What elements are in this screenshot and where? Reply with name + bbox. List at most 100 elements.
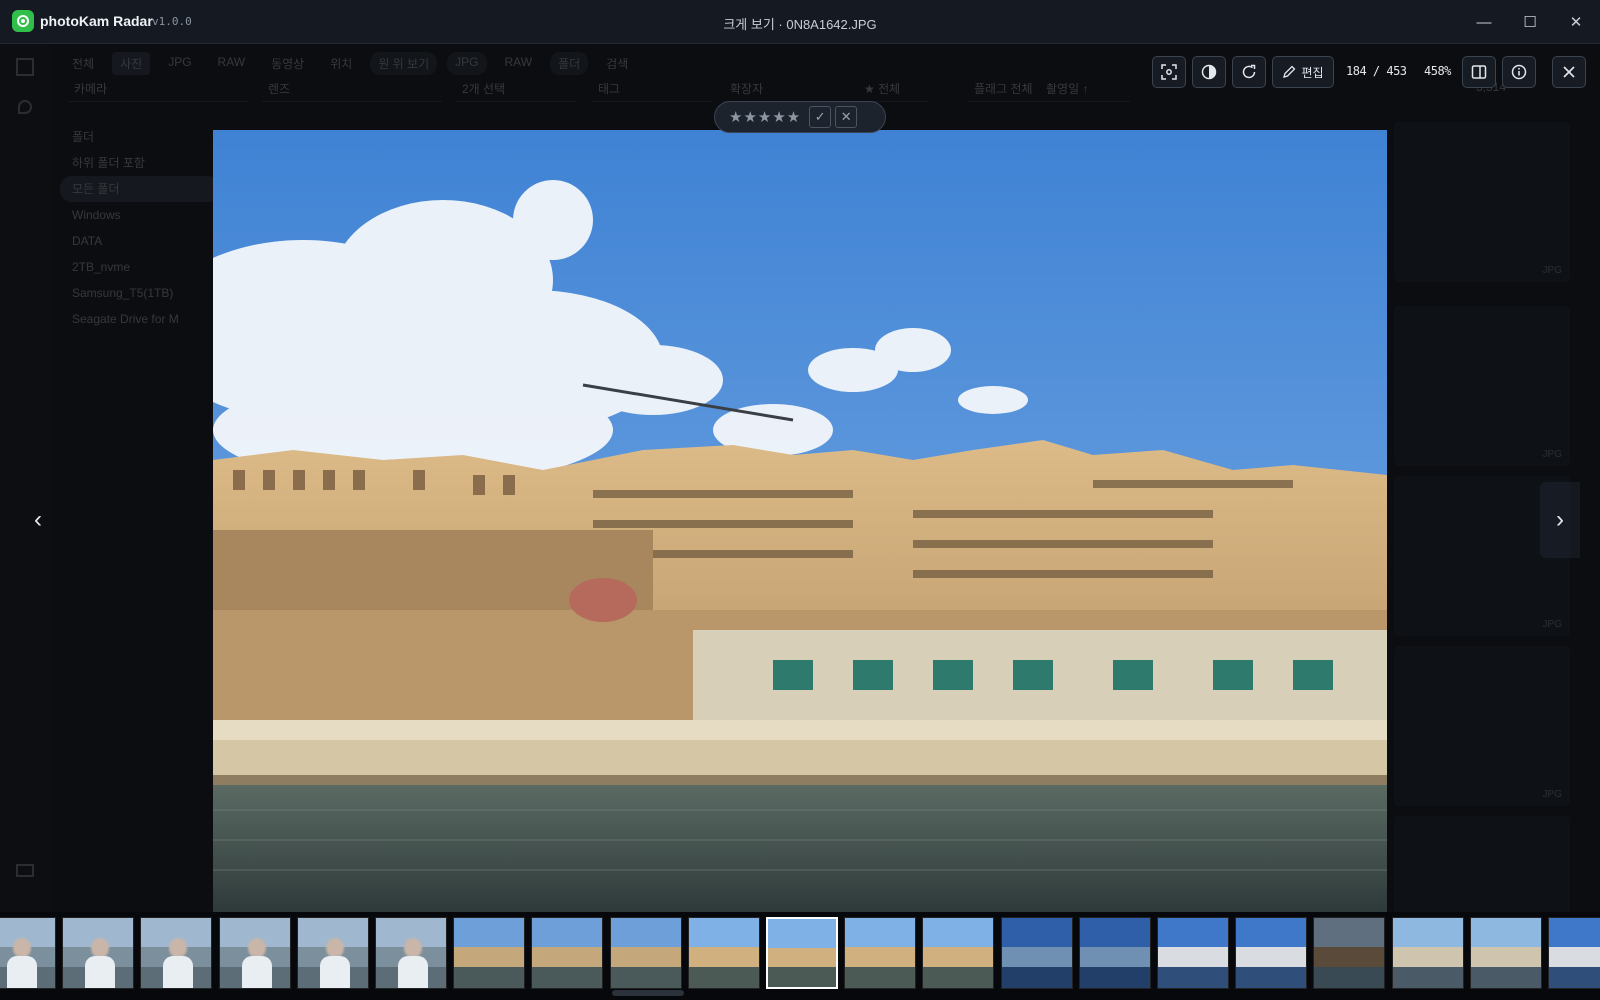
bg-tree-header: 폴더 [72, 130, 95, 144]
filmstrip-scrollbar[interactable] [612, 990, 684, 996]
filmstrip-thumbnail[interactable] [375, 917, 447, 989]
bg-filter: 렌즈 [262, 80, 442, 102]
bg-tab: 동영상 [271, 57, 305, 71]
window-title: 크게 보기 · 0N8A1642.JPG [723, 17, 877, 32]
background-tabs: 전체 사진 JPG RAW 동영상 위치 원 위 보기 JPG RAW 폴더 검… [64, 52, 636, 75]
filmstrip-thumbnail[interactable] [922, 917, 994, 989]
bg-thumb-tag: JPG [1542, 449, 1562, 460]
previous-image-button[interactable]: ‹ [18, 482, 58, 558]
filmstrip-thumbnail[interactable] [610, 917, 682, 989]
focus-frame-icon [1161, 64, 1177, 80]
thumbnail-land [689, 947, 759, 967]
thumbnail-person-head [169, 938, 187, 958]
filmstrip-thumbnail[interactable] [1313, 917, 1385, 989]
thumbnail-water [1158, 967, 1228, 988]
thumbnail-person [85, 938, 115, 988]
filmstrip-thumbnail[interactable] [1392, 917, 1464, 989]
filmstrip-thumbnail[interactable] [1548, 917, 1600, 989]
bg-tab: 위치 [330, 57, 353, 71]
contrast-button[interactable] [1192, 56, 1226, 88]
filmstrip-thumbnail[interactable] [531, 917, 603, 989]
sidebar-panel-icon [1471, 65, 1487, 79]
maximize-button[interactable]: ☐ [1518, 10, 1542, 34]
thumbnail-water [1080, 967, 1150, 988]
thumbnail-water [1549, 967, 1600, 988]
minimize-button[interactable]: — [1472, 10, 1496, 34]
fit-screen-button[interactable] [1152, 56, 1186, 88]
thumbnail-land [454, 947, 524, 967]
thumbnail-land [923, 947, 993, 967]
thumbnail-sky [845, 918, 915, 948]
accept-button[interactable]: ✓ [809, 106, 832, 128]
close-viewer-button[interactable] [1552, 56, 1586, 88]
bg-tree-item: Windows [72, 208, 121, 222]
thumbnail-sky [689, 918, 759, 948]
star-rating[interactable]: ★★★★★ [729, 108, 801, 126]
filmstrip-thumbnail[interactable] [688, 917, 760, 989]
thumbnail-person-body [7, 956, 37, 988]
next-image-button[interactable]: › [1540, 482, 1580, 558]
thumbnail-sky [1471, 918, 1541, 948]
thumbnail-land [1549, 947, 1600, 967]
thumbnail-person [398, 938, 428, 988]
reject-button[interactable]: ✕ [835, 106, 858, 128]
bg-thumb-tag: JPG [1542, 789, 1562, 800]
thumbnail-water [1393, 967, 1463, 988]
bg-tree-item: 모든 폴더 [60, 176, 220, 202]
thumbnail-land [1236, 947, 1306, 967]
bg-thumbnail: JPG [1394, 122, 1570, 282]
filmstrip-thumbnail[interactable] [0, 917, 56, 989]
thumbnail-water [532, 967, 602, 988]
thumbnail-sky [1393, 918, 1463, 948]
filmstrip-thumbnail[interactable] [140, 917, 212, 989]
thumbnail-land [1158, 947, 1228, 967]
thumbnail-water [454, 967, 524, 988]
thumbnail-sky [532, 918, 602, 948]
thumbnail-sky [768, 919, 836, 948]
thumbnail-person-head [404, 938, 422, 958]
chevron-right-icon: › [1556, 506, 1564, 533]
edit-button[interactable]: 편집 [1272, 56, 1334, 88]
thumbnail-person-body [242, 956, 272, 988]
bg-tab: JPG [168, 55, 192, 69]
filmstrip-thumbnail[interactable] [1001, 917, 1073, 989]
window-close-button[interactable]: ✕ [1564, 10, 1588, 34]
thumbnail-water [845, 967, 915, 988]
filmstrip-thumbnail[interactable] [844, 917, 916, 989]
bg-tree-item: 하위 폴더 포함 [72, 156, 145, 170]
filmstrip-thumbnail[interactable] [453, 917, 525, 989]
thumbnail-water [768, 966, 836, 987]
filmstrip-thumbnail[interactable] [1235, 917, 1307, 989]
bg-filter: 확장자 [724, 80, 844, 102]
info-button[interactable] [1502, 56, 1536, 88]
bg-thumb-tag: JPG [1542, 619, 1562, 630]
bg-tree-item: DATA [72, 234, 103, 248]
filmstrip-thumbnail[interactable] [297, 917, 369, 989]
title-bar: photoKam Radar v1.0.0 크게 보기 · 0N8A1642.J… [0, 0, 1600, 44]
thumbnail-person-body [85, 956, 115, 988]
bg-tree-item: 2TB_nvme [72, 260, 131, 274]
filmstrip-thumbnail-selected[interactable] [766, 917, 838, 989]
thumbnail-water [1236, 967, 1306, 988]
thumbnail-person-head [248, 938, 266, 958]
thumbnail-person [163, 938, 193, 988]
thumbnail-water [1471, 967, 1541, 988]
filmstrip-thumbnail[interactable] [1157, 917, 1229, 989]
thumbnail-water [689, 967, 759, 988]
filmstrip-thumbnail[interactable] [1470, 917, 1542, 989]
rotate-button[interactable] [1232, 56, 1266, 88]
bg-tab: 원 위 보기 [370, 52, 438, 75]
chevron-left-icon: ‹ [34, 506, 42, 533]
panel-toggle-button[interactable] [1462, 56, 1496, 88]
thumbnail-person-head [13, 938, 31, 958]
filmstrip-thumbnail[interactable] [219, 917, 291, 989]
bg-tab: 사진 [112, 52, 151, 75]
filmstrip-thumbnail[interactable] [1079, 917, 1151, 989]
filmstrip-thumbnail[interactable] [62, 917, 134, 989]
thumbnail-sky [1080, 918, 1150, 948]
thumbnail-sky [611, 918, 681, 948]
bg-tab: 검색 [606, 57, 629, 71]
main-photo[interactable] [213, 130, 1387, 912]
thumbnail-water [1314, 967, 1384, 988]
thumbnail-sky [1314, 918, 1384, 948]
